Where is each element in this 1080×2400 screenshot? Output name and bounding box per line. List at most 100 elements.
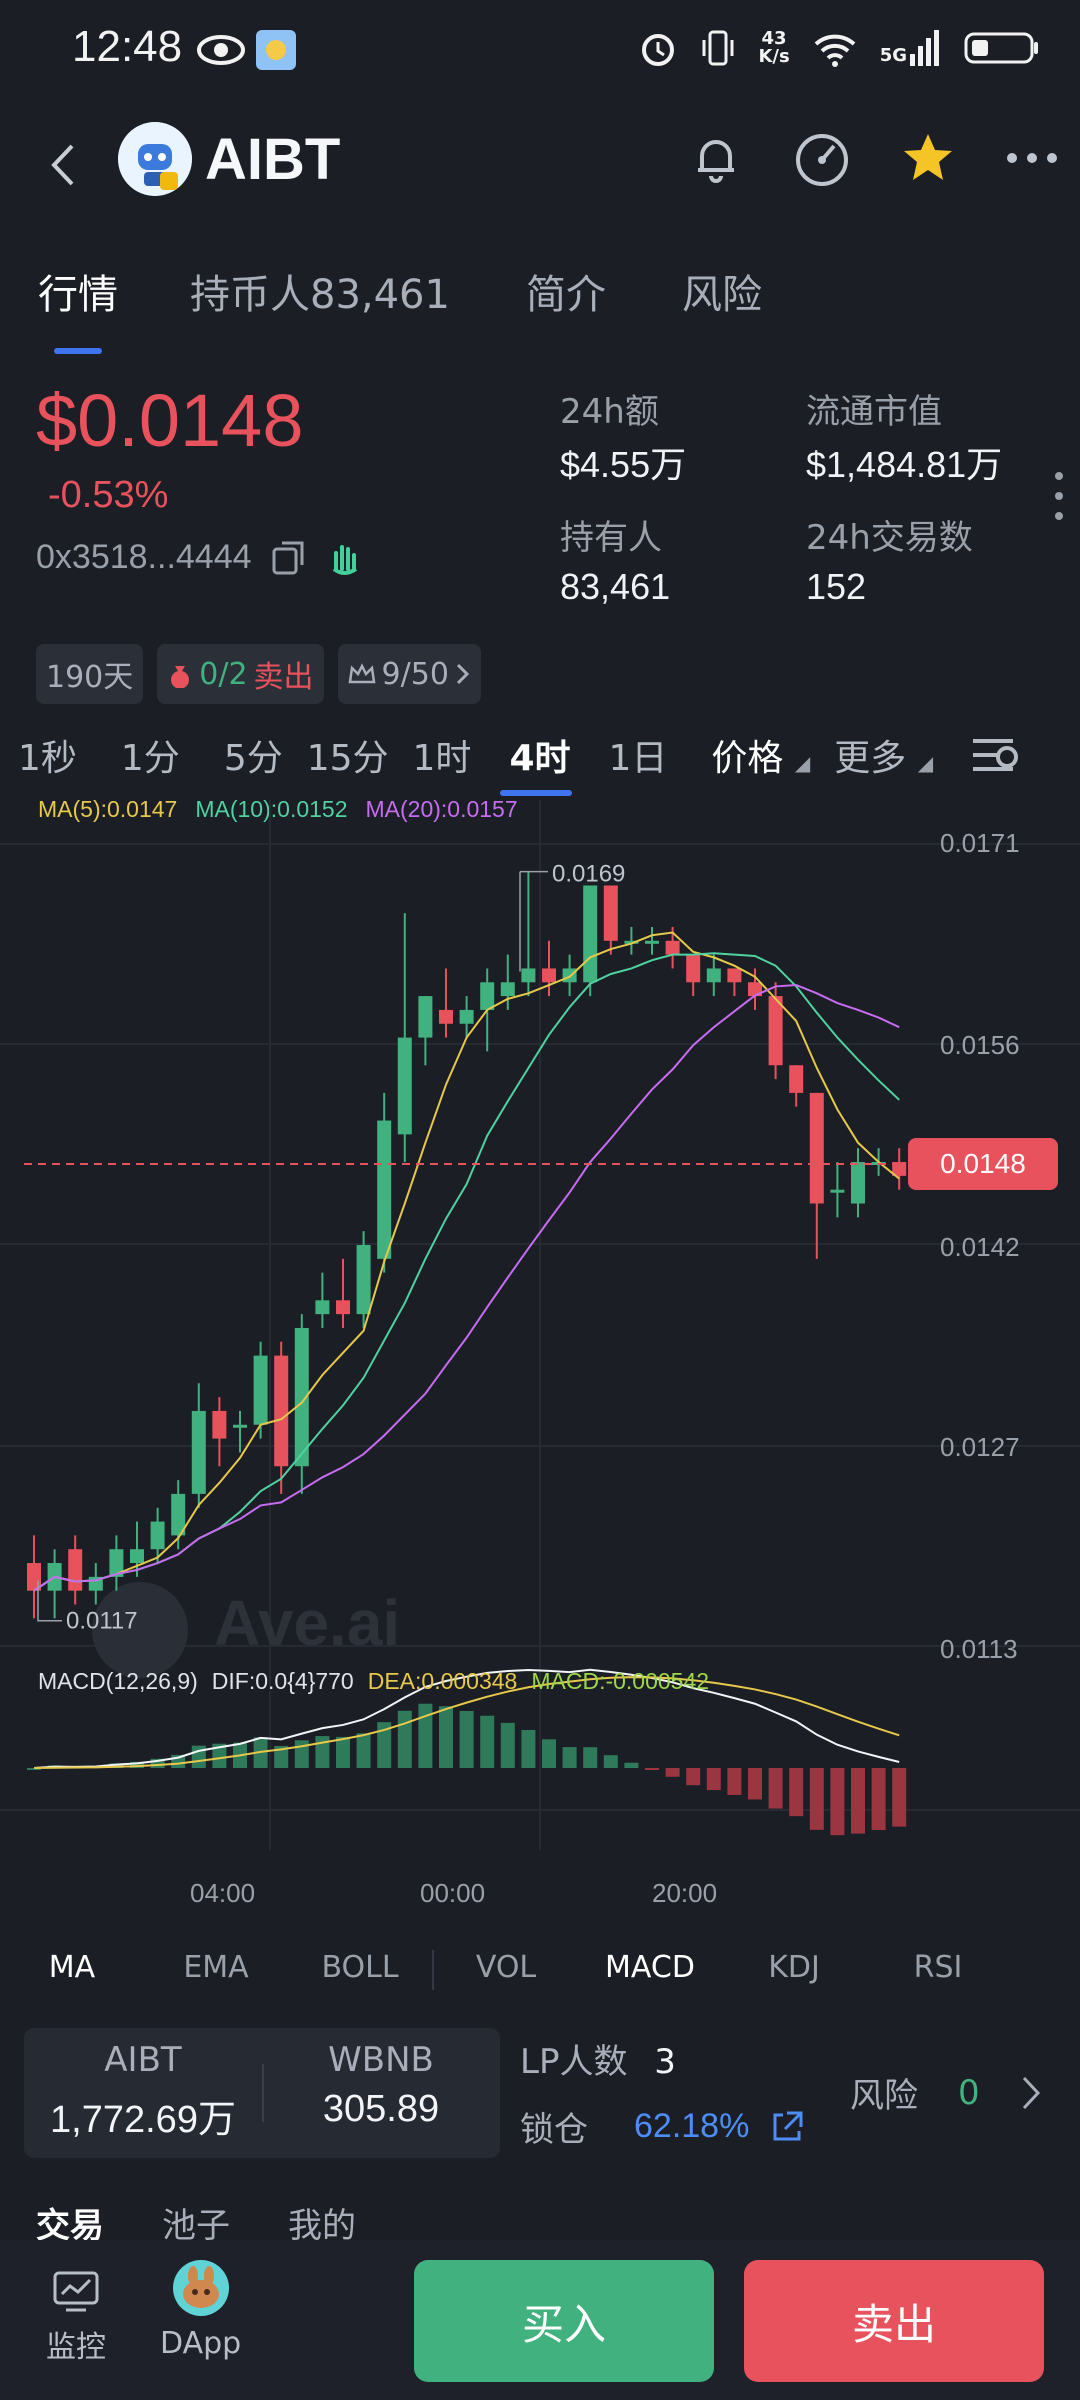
- vol-value: $4.55万: [560, 444, 687, 485]
- risk-row[interactable]: 风险 0: [850, 2068, 1042, 2117]
- nav-monitor[interactable]: 监控: [46, 2270, 106, 2366]
- tab-market[interactable]: 行情: [38, 262, 118, 342]
- macd-histogram-bar: [418, 1703, 433, 1768]
- y-tick-4: 0.0113: [940, 1634, 1018, 1664]
- vertical-more-icon[interactable]: [1052, 470, 1066, 522]
- candle-body: [603, 885, 618, 941]
- tf-1d[interactable]: 1日: [609, 729, 668, 781]
- macd-histogram-bar: [562, 1747, 577, 1768]
- tab-underline: [54, 348, 102, 354]
- candle-body: [418, 996, 433, 1038]
- pair-quote: WBNB 305.89: [322, 2040, 440, 2130]
- candle-body: [68, 1549, 83, 1591]
- watermark: Ave.ai: [92, 1582, 400, 1678]
- candle-body: [665, 940, 680, 955]
- candle-body: [480, 982, 495, 1010]
- pair-base: AIBT 1,772.69万: [50, 2040, 236, 2141]
- tf-price-dropdown[interactable]: 价格 ◢: [711, 729, 810, 781]
- tab-intro[interactable]: 简介: [526, 262, 606, 342]
- macd-histogram-bar: [397, 1710, 412, 1768]
- tf-15m[interactable]: 15分: [307, 729, 389, 781]
- ind-rsi[interactable]: RSI: [866, 1950, 1010, 2010]
- candle-body: [768, 996, 783, 1066]
- macd-histogram-bar: [356, 1733, 371, 1768]
- y-tick-3: 0.0127: [940, 1432, 1020, 1462]
- pancake-icon: [172, 2260, 229, 2316]
- y-tick-2: 0.0142: [940, 1232, 1020, 1262]
- header-actions: [688, 130, 1060, 186]
- tf-5m[interactable]: 5分: [224, 729, 283, 781]
- candle-body: [356, 1245, 371, 1315]
- lock-row[interactable]: 锁仓 62.18%: [520, 2102, 805, 2151]
- macd-histogram-bar: [768, 1768, 783, 1809]
- tx-value: 152: [806, 566, 867, 607]
- macd-histogram-bar: [789, 1768, 804, 1817]
- tf-more-dropdown[interactable]: 更多 ◢: [834, 729, 933, 781]
- watermark-text: Ave.ai: [214, 1587, 400, 1659]
- macd-histogram-bar: [748, 1768, 762, 1800]
- tx-label: 24h交易数: [806, 518, 973, 558]
- score-chip[interactable]: 9/50: [337, 644, 481, 704]
- macd-histogram-bar: [892, 1768, 907, 1827]
- tf-1h[interactable]: 1时: [413, 729, 472, 781]
- candle-body: [315, 1300, 330, 1315]
- indicator-tabs: MA EMA BOLL VOL MACD KDJ RSI: [0, 1950, 1080, 2010]
- ind-boll[interactable]: BOLL: [288, 1950, 432, 2010]
- detail-tabs: 行情 持币人83,461 简介 风险: [0, 262, 1080, 342]
- candle-body: [830, 1189, 845, 1193]
- status-icons: 43 K/s 5G: [638, 28, 1040, 68]
- candle-body: [727, 968, 742, 983]
- price-chart[interactable]: Ave.ai 0.0169 0.0117: [0, 800, 1080, 1910]
- ind-ema[interactable]: EMA: [144, 1950, 288, 2010]
- contract-address-row: 0x3518...4444: [36, 538, 364, 577]
- holders-label: 持有人: [560, 518, 662, 558]
- liquidity-pair-box: AIBT 1,772.69万 WBNB 305.89: [24, 2028, 500, 2158]
- ind-ma[interactable]: MA: [0, 1950, 144, 2010]
- holders-value: 83,461: [560, 566, 671, 607]
- ma20-line: [33, 984, 900, 1592]
- macd-histogram-bar: [665, 1768, 680, 1777]
- candle-body: [274, 1355, 289, 1467]
- more-dots-icon[interactable]: [1004, 148, 1060, 168]
- macd-histogram-bar: [500, 1722, 515, 1768]
- monitor-icon: [53, 2271, 99, 2312]
- candle-body: [851, 1162, 865, 1204]
- candle-body: [542, 968, 556, 983]
- sell-tax-chip[interactable]: 0/2 卖出: [157, 644, 324, 704]
- sell-button[interactable]: 卖出: [744, 2260, 1044, 2382]
- tab-risk[interactable]: 风险: [682, 262, 762, 342]
- chart-settings-icon[interactable]: [969, 731, 1021, 779]
- bell-icon[interactable]: [688, 130, 744, 186]
- copy-icon[interactable]: [270, 539, 308, 577]
- tab-holders[interactable]: 持币人83,461: [190, 262, 450, 342]
- chevron-right-icon: [456, 663, 470, 685]
- tf-4h[interactable]: 4时: [509, 729, 570, 781]
- ind-macd[interactable]: MACD: [578, 1950, 722, 2010]
- candle-body: [439, 1009, 453, 1024]
- age-chip: 190天: [36, 644, 144, 704]
- external-link-icon: [773, 2111, 803, 2140]
- candle-body: [130, 1549, 144, 1564]
- money-bag-icon: [171, 666, 190, 688]
- tf-1s[interactable]: 1秒: [18, 729, 77, 781]
- macd-histogram-bar: [871, 1768, 886, 1831]
- macd-histogram-bar: [542, 1739, 556, 1768]
- wave-hand-icon[interactable]: [326, 539, 364, 577]
- speed-gauge-icon[interactable]: [792, 130, 852, 186]
- star-icon[interactable]: [900, 130, 956, 186]
- cell-signal-icon: 5G: [880, 30, 942, 66]
- x-tick-0: 04:00: [190, 1878, 256, 1908]
- nav-dapp[interactable]: DApp: [160, 2258, 241, 2361]
- candle-body: [397, 1037, 412, 1135]
- bottom-action-bar: 监控 DApp 买入 卖出: [0, 2240, 1080, 2400]
- buy-button[interactable]: 买入: [414, 2260, 714, 2382]
- candle-body: [336, 1300, 350, 1315]
- macd-histogram-bar: [830, 1768, 845, 1836]
- tf-1m[interactable]: 1分: [121, 729, 180, 781]
- macd-histogram-bar: [686, 1768, 701, 1786]
- macd-histogram-bar: [480, 1715, 495, 1768]
- token-avatar: [118, 122, 192, 196]
- back-arrow-icon[interactable]: [40, 140, 90, 190]
- ind-vol[interactable]: VOL: [434, 1950, 578, 2010]
- ind-kdj[interactable]: KDJ: [722, 1950, 866, 2010]
